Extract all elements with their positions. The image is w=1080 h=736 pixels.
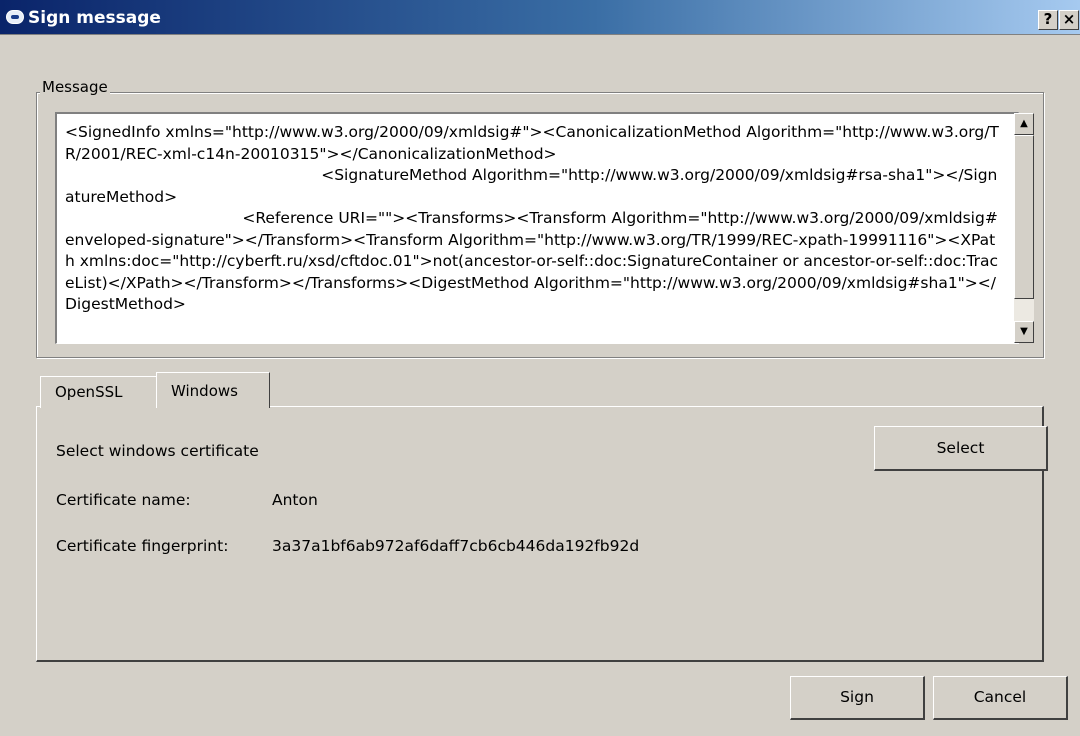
app-icon — [6, 10, 24, 24]
message-group-label: Message — [40, 78, 110, 96]
certificate-fingerprint-label: Certificate fingerprint: — [56, 537, 229, 555]
window-title: Sign message — [28, 8, 161, 28]
tab-windows[interactable]: Windows — [156, 372, 270, 408]
sign-button[interactable]: Sign — [790, 676, 925, 720]
message-text: <SignedInfo xmlns="http://www.w3.org/200… — [65, 123, 999, 313]
scroll-down-arrow-icon[interactable]: ▼ — [1014, 321, 1034, 343]
scroll-thumb[interactable] — [1014, 135, 1034, 299]
sign-message-dialog: Sign message ? × Message <SignedInfo xml… — [0, 0, 1080, 736]
message-textarea[interactable]: <SignedInfo xmlns="http://www.w3.org/200… — [55, 112, 1019, 344]
certificate-name-value: Anton — [272, 491, 318, 509]
certificate-fingerprint-value: 3a37a1bf6ab972af6daff7cb6cb446da192fb92d — [272, 537, 640, 555]
scroll-up-arrow-icon[interactable]: ▲ — [1014, 113, 1034, 135]
select-certificate-button[interactable]: Select — [874, 426, 1048, 471]
select-certificate-label: Select windows certificate — [56, 442, 259, 460]
tab-openssl[interactable]: OpenSSL — [40, 376, 158, 408]
cancel-button[interactable]: Cancel — [933, 676, 1068, 720]
title-bar: Sign message ? × — [0, 0, 1080, 35]
message-scrollbar[interactable]: ▲ ▼ — [1014, 113, 1034, 343]
help-button[interactable]: ? — [1038, 10, 1058, 30]
close-button[interactable]: × — [1059, 10, 1079, 30]
certificate-name-label: Certificate name: — [56, 491, 191, 509]
